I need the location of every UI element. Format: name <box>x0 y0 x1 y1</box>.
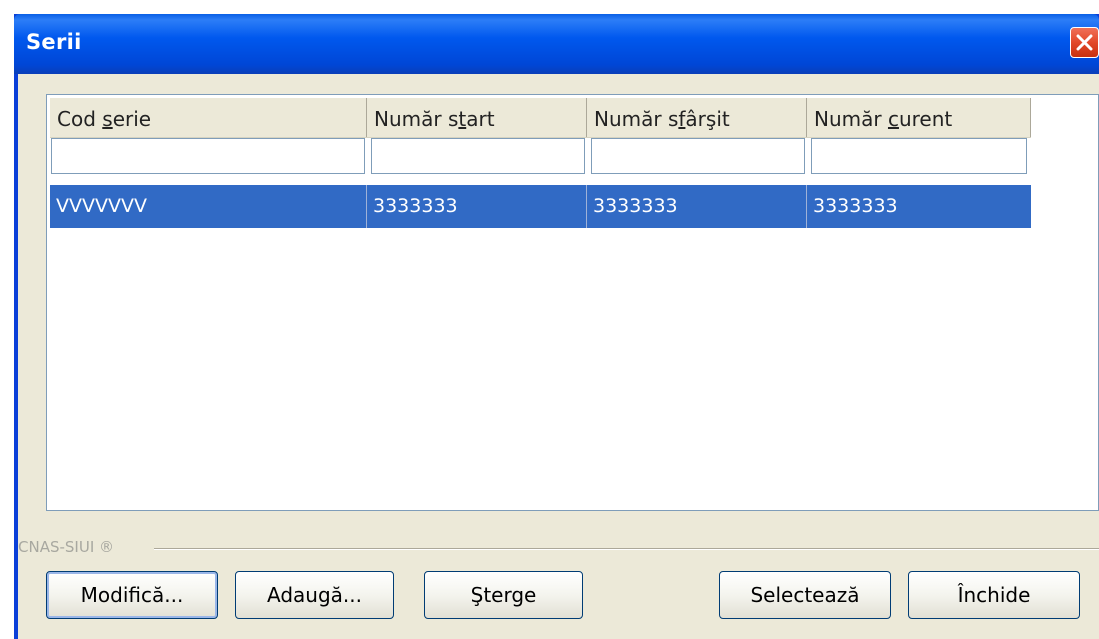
close-icon <box>1076 34 1093 51</box>
table-cell: VVVVVVV <box>50 185 367 228</box>
table-cell: 3333333 <box>587 185 807 228</box>
delete-button[interactable]: Şterge <box>424 571 583 619</box>
filter-numar-start-input[interactable] <box>371 138 585 174</box>
column-label: Număr curent <box>814 107 953 131</box>
select-button[interactable]: Selectează <box>719 571 891 619</box>
filter-cod-serie-input[interactable] <box>51 138 365 174</box>
table-row[interactable]: VVVVVVV 3333333 3333333 3333333 <box>50 185 1031 228</box>
serii-dialog: Serii Cod serie Număr start Număr sfârşi… <box>14 14 1099 639</box>
column-header-numar-sfarsit[interactable]: Număr sfârşit <box>587 98 807 137</box>
column-header-numar-curent[interactable]: Număr curent <box>807 98 1031 137</box>
column-label: Cod serie <box>57 107 152 131</box>
column-label: Număr sfârşit <box>594 107 730 131</box>
filter-numar-curent-input[interactable] <box>811 138 1027 174</box>
close-window-button[interactable] <box>1070 27 1099 58</box>
close-button[interactable]: Închide <box>908 571 1080 619</box>
grid-header: Cod serie Număr start Număr sfârşit Numă… <box>50 98 1031 138</box>
add-button[interactable]: Adaugă... <box>235 571 394 619</box>
column-label: Număr start <box>374 107 495 131</box>
modify-button[interactable]: Modifică... <box>46 571 218 619</box>
group-label: CNAS-SIUI ® <box>18 538 119 556</box>
window-title: Serii <box>26 30 82 54</box>
column-header-cod-serie[interactable]: Cod serie <box>50 98 367 137</box>
series-grid[interactable]: Cod serie Număr start Număr sfârşit Numă… <box>46 94 1099 511</box>
column-header-numar-start[interactable]: Număr start <box>367 98 587 137</box>
title-bar[interactable]: Serii <box>14 14 1099 74</box>
filter-numar-sfarsit-input[interactable] <box>591 138 805 174</box>
table-cell: 3333333 <box>813 195 898 217</box>
dialog-client-area: Cod serie Număr start Număr sfârşit Numă… <box>18 74 1099 639</box>
table-cell: 3333333 <box>367 185 587 228</box>
group-divider <box>154 548 1099 550</box>
